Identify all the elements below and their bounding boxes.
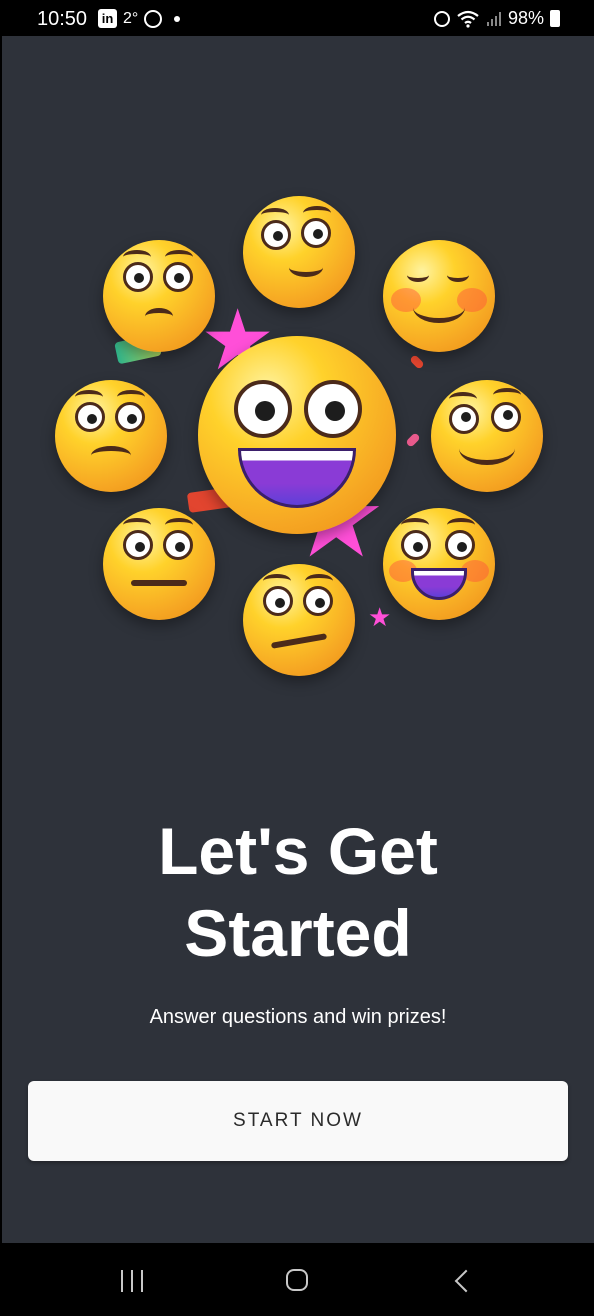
emoji-blush-icon [383, 240, 495, 352]
emoji-eyeroll-icon [431, 380, 543, 492]
star-icon: ★ [368, 602, 392, 632]
battery-charging-icon [550, 10, 560, 27]
status-right-icons: 98% [433, 8, 560, 29]
confetti-pink-small [405, 432, 421, 448]
subtitle: Answer questions and win prizes! [149, 1006, 447, 1028]
status-bar: 10:50 in 2° 98% [0, 0, 594, 36]
battery-percent: 98% [507, 8, 544, 28]
back-icon[interactable] [454, 1269, 478, 1293]
recents-icon[interactable] [121, 1270, 145, 1292]
emoji-skeptical-icon [243, 564, 355, 676]
linkedin-icon: in [98, 9, 117, 28]
start-now-button[interactable]: START NOW [28, 1081, 568, 1161]
system-nav-bar [0, 1243, 594, 1316]
app-screen: ★ ★ ★ [2, 36, 594, 1243]
emoji-grin-icon [198, 336, 396, 534]
whatsapp-icon [144, 9, 163, 28]
signal-icon [486, 11, 501, 26]
title-line-2: Started [184, 896, 412, 970]
notification-dot-icon [174, 15, 181, 22]
status-time: 10:50 [37, 8, 88, 30]
home-icon[interactable] [286, 1269, 308, 1291]
temperature-text: 2° [123, 9, 139, 27]
alarm-icon [433, 10, 450, 27]
emoji-worried-icon [103, 240, 215, 352]
emoji-smirk-icon [243, 196, 355, 308]
confetti-red-small [409, 354, 425, 370]
status-left-icons: in 2° [98, 9, 181, 28]
wifi-icon [457, 10, 479, 28]
emoji-sad-icon [55, 380, 167, 492]
title-line-1: Let's Get [158, 814, 438, 888]
emoji-happy-icon [383, 508, 495, 620]
page-title: Let's Get Started [2, 810, 594, 974]
emoji-neutral-icon [103, 508, 215, 620]
